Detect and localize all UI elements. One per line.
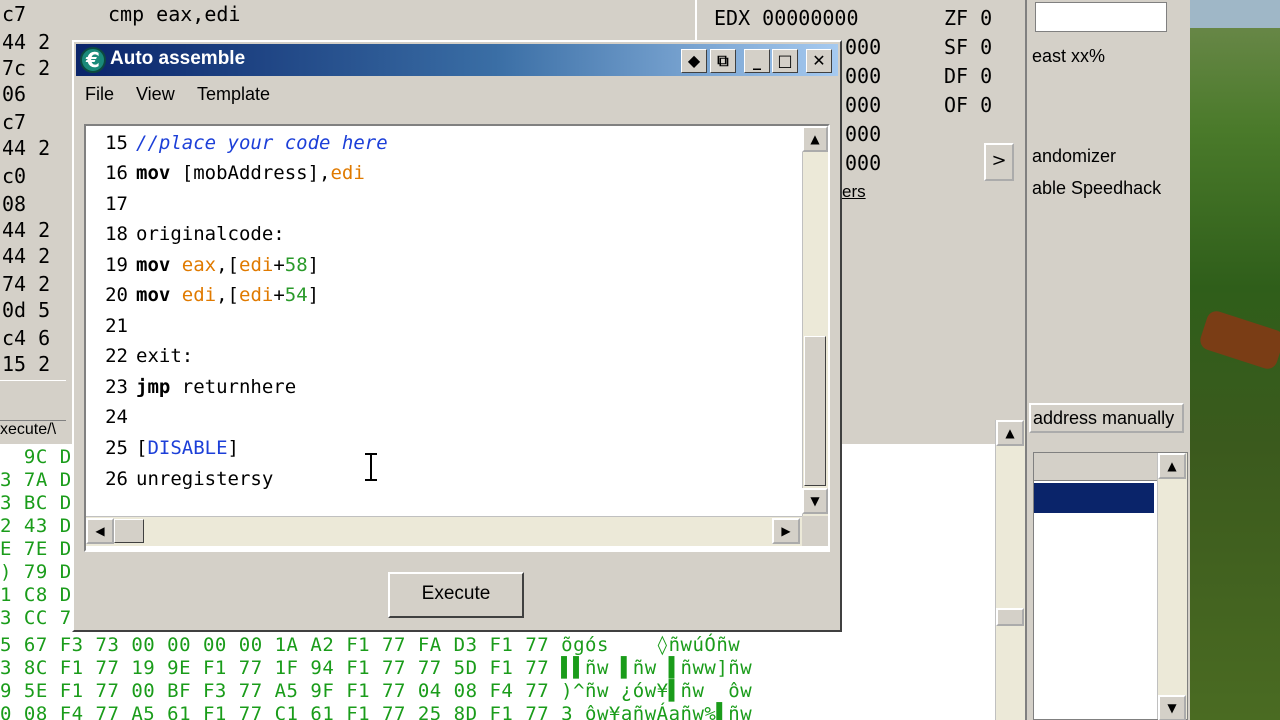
- scroll-up-button[interactable]: ▲: [1158, 453, 1186, 479]
- register-value: 000: [845, 35, 882, 59]
- hex-row: 3 8C F1 77 19 9E F1 77 1F 94 F1 77 77 5D…: [0, 657, 753, 679]
- menu-bar: File View Template: [76, 80, 838, 108]
- address-list[interactable]: ▲ ▼: [1033, 452, 1188, 720]
- code-line-23: jmp returnhere: [136, 376, 297, 398]
- scroll-down-button[interactable]: ▼: [802, 488, 828, 514]
- editor-vertical-scrollbar[interactable]: ▲ ▼: [802, 126, 828, 516]
- pin-button[interactable]: ◆: [681, 49, 707, 73]
- registers-link[interactable]: ers: [842, 182, 866, 202]
- line-number: 18: [105, 223, 128, 245]
- randomizer-checkbox-label[interactable]: andomizer: [1032, 146, 1116, 167]
- code-line-19: mov eax,[edi+58]: [136, 254, 320, 276]
- line-number: 19: [105, 254, 128, 276]
- scroll-left-button[interactable]: ◀: [86, 518, 114, 544]
- register-value: 000: [845, 64, 882, 88]
- scroll-up-button[interactable]: ▲: [802, 126, 828, 152]
- execute-button[interactable]: Execute: [388, 572, 524, 618]
- hex-row: 3 CC 7: [0, 607, 72, 629]
- line-number-gutter: 15 16 17 18 19 20 21 22 23 24 25 26: [86, 126, 134, 516]
- register-value: 000: [845, 151, 882, 175]
- code-line-20: mov edi,[edi+54]: [136, 284, 320, 306]
- code-line-15: //place your code here: [136, 132, 388, 154]
- register-edx: EDX 00000000: [714, 6, 859, 30]
- add-address-manually-button[interactable]: address manually: [1029, 403, 1184, 433]
- close-button[interactable]: ✕: [806, 49, 832, 73]
- speedhack-checkbox-label[interactable]: able Speedhack: [1032, 178, 1161, 199]
- scroll-corner: [802, 516, 828, 546]
- hex-row: 9 5E F1 77 00 BF F3 77 A5 9F F1 77 04 08…: [0, 680, 753, 702]
- line-number: 17: [105, 193, 128, 215]
- selected-row[interactable]: [1034, 483, 1154, 513]
- line-number: 21: [105, 315, 128, 337]
- scan-option-label: east xx%: [1032, 46, 1106, 66]
- flag-of: OF 0: [944, 93, 993, 117]
- scroll-thumb[interactable]: [996, 608, 1024, 626]
- expand-arrow-button[interactable]: >: [984, 143, 1014, 181]
- scroll-up-button[interactable]: ▲: [996, 420, 1024, 446]
- hex-view-header: xecute/\: [0, 420, 66, 444]
- code-editor[interactable]: 15 16 17 18 19 20 21 22 23 24 25 26 //pl…: [84, 124, 830, 552]
- main-window-strip: east xx% andomizer able Speedhack addres…: [1025, 0, 1190, 720]
- address-list-header: [1034, 453, 1159, 481]
- address-list-scrollbar[interactable]: ▲ ▼: [1157, 453, 1187, 720]
- editor-horizontal-scrollbar[interactable]: ◀ ▶: [86, 516, 802, 546]
- flag-zf: ZF 0: [944, 6, 993, 30]
- scroll-down-button[interactable]: ▼: [1158, 695, 1186, 720]
- register-value: 000: [845, 122, 882, 146]
- line-number: 20: [105, 284, 128, 306]
- hex-row: 0 08 F4 77 A5 61 F1 77 C1 61 F1 77 25 8D…: [0, 703, 753, 720]
- scroll-thumb[interactable]: [114, 519, 144, 543]
- scroll-thumb[interactable]: [804, 336, 826, 486]
- code-line-22: exit:: [136, 345, 194, 367]
- flag-sf: SF 0: [944, 35, 993, 59]
- hex-scrollbar[interactable]: ▲: [995, 420, 1025, 720]
- auto-assemble-dialog: Auto assemble ◆ ⧉ _ □ ✕ File View Templa…: [72, 40, 842, 632]
- minimize-button[interactable]: _: [744, 49, 770, 73]
- code-line-26: unregistersy: [136, 468, 274, 490]
- cheat-engine-icon: [80, 47, 106, 73]
- game-tree-branch: [1197, 308, 1280, 372]
- register-value: 000: [845, 93, 882, 117]
- hex-row: 5 67 F3 73 00 00 00 00 1A A2 F1 77 FA D3…: [0, 634, 741, 656]
- game-sky: [1190, 0, 1280, 28]
- menu-file[interactable]: File: [85, 84, 114, 105]
- flag-df: DF 0: [944, 64, 993, 88]
- splitter[interactable]: [0, 380, 66, 410]
- menu-view[interactable]: View: [136, 84, 175, 105]
- line-number: 22: [105, 345, 128, 367]
- line-number: 25: [105, 437, 128, 459]
- code-line-16: mov [mobAddress],edi: [136, 162, 365, 184]
- line-number: 23: [105, 376, 128, 398]
- code-line-18: originalcode:: [136, 223, 285, 245]
- value-input[interactable]: [1035, 2, 1167, 32]
- scroll-right-button[interactable]: ▶: [772, 518, 800, 544]
- undock-button[interactable]: ⧉: [710, 49, 736, 73]
- menu-template[interactable]: Template: [197, 84, 270, 105]
- line-number: 15: [105, 132, 128, 154]
- text-cursor-icon: [364, 452, 378, 482]
- line-number: 24: [105, 406, 128, 428]
- line-number: 16: [105, 162, 128, 184]
- line-number: 26: [105, 468, 128, 490]
- dialog-titlebar[interactable]: Auto assemble ◆ ⧉ _ □ ✕: [76, 44, 838, 76]
- maximize-button[interactable]: □: [772, 49, 798, 73]
- dialog-title: Auto assemble: [110, 48, 246, 69]
- code-line-25: [DISABLE]: [136, 437, 239, 459]
- game-window: [1190, 0, 1280, 720]
